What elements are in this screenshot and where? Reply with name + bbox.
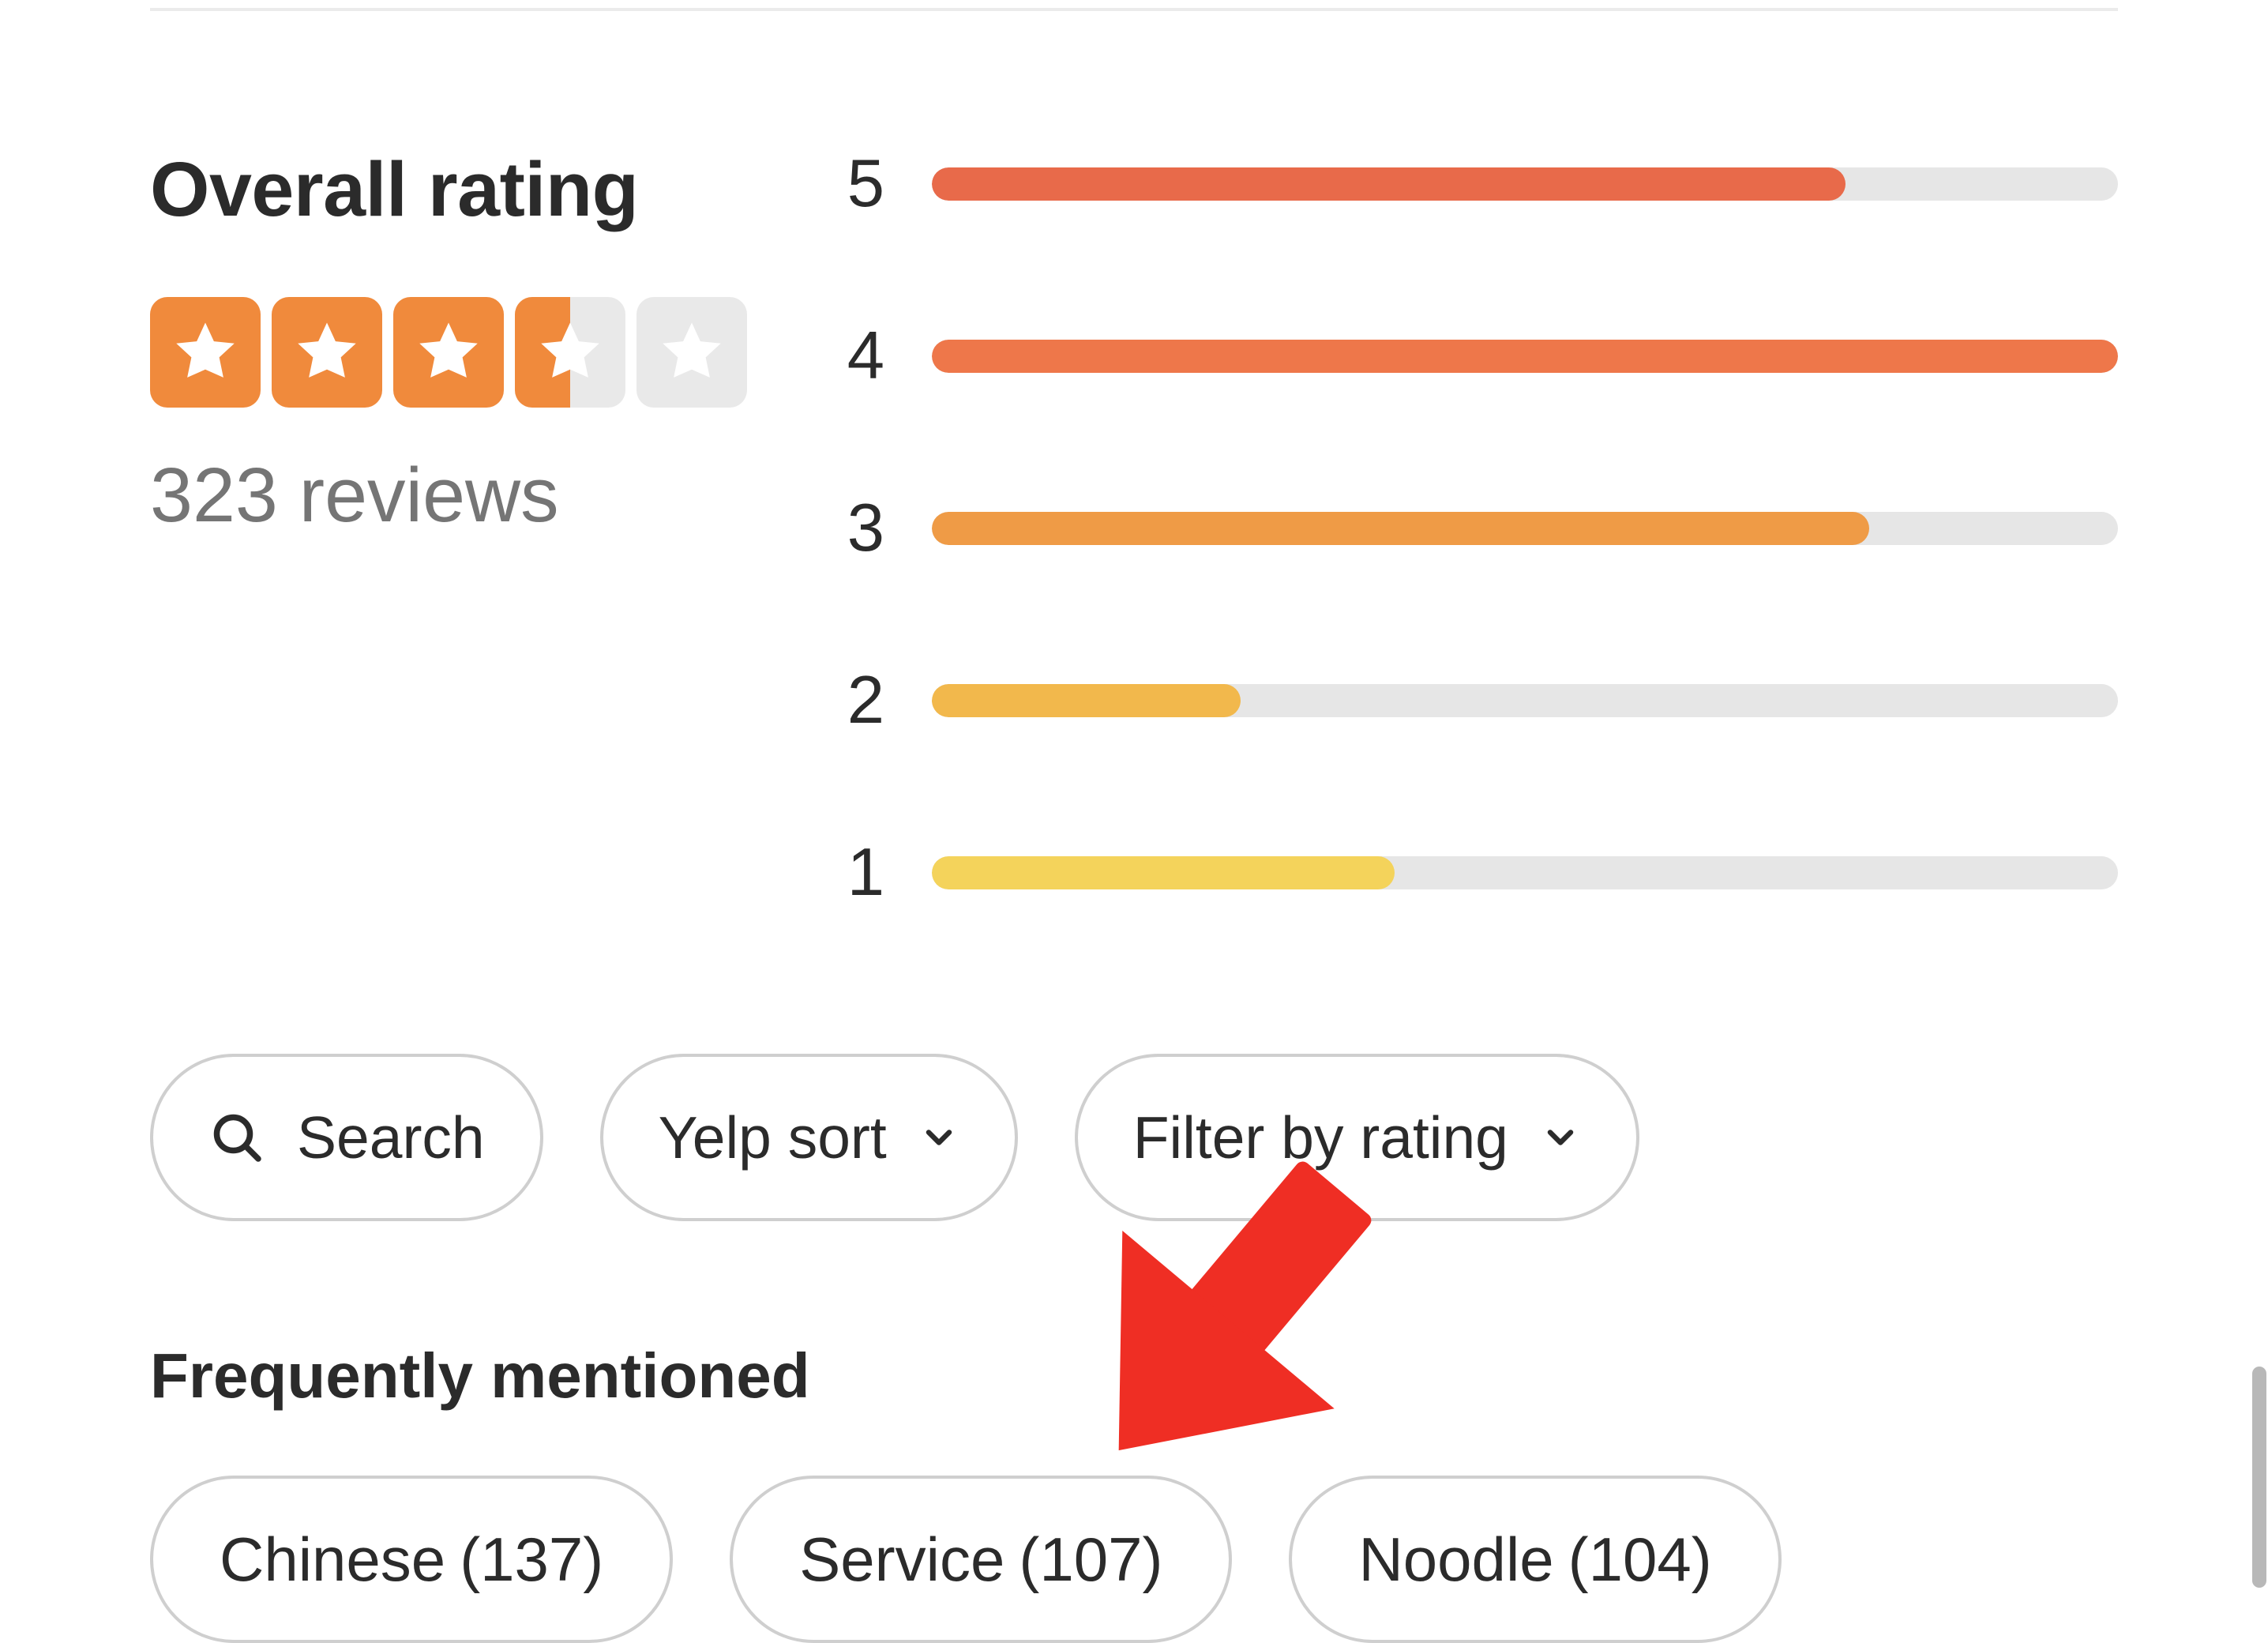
tag-label: Service: [799, 1524, 1004, 1596]
rating-bar-fill: [932, 856, 1395, 889]
tag-label: Noodle: [1358, 1524, 1553, 1596]
filter-label: Filter by rating: [1133, 1103, 1508, 1171]
chevron-down-icon: [918, 1117, 959, 1158]
rating-bar-fill: [932, 512, 1869, 545]
tag-label: Chinese: [220, 1524, 445, 1596]
search-button[interactable]: Search: [150, 1054, 543, 1221]
rating-bar-label: 1: [837, 834, 884, 912]
star-icon: [170, 317, 241, 388]
star-icon: [656, 317, 727, 388]
rating-bar-3[interactable]: 3: [837, 490, 2118, 567]
rating-bar-2[interactable]: 2: [837, 662, 2118, 739]
rating-section: Overall rating 323 reviews: [150, 145, 2118, 912]
rating-bar-label: 4: [837, 318, 884, 395]
tag-chinese[interactable]: Chinese (137): [150, 1476, 673, 1643]
rating-bar-track: [932, 684, 2118, 717]
rating-bar-5[interactable]: 5: [837, 145, 2118, 223]
rating-bar-label: 2: [837, 662, 884, 739]
star-2: [272, 297, 382, 408]
divider: [150, 8, 2118, 11]
rating-bar-fill: [932, 684, 1241, 717]
star-1: [150, 297, 261, 408]
review-controls: Search Yelp sort Filter by rating: [150, 1054, 2118, 1221]
rating-distribution-chart: 5 4 3 2: [837, 145, 2118, 912]
star-3: [393, 297, 504, 408]
star-icon: [413, 317, 484, 388]
rating-bar-track: [932, 340, 2118, 373]
tag-noodle[interactable]: Noodle (104): [1289, 1476, 1781, 1643]
search-icon: [208, 1109, 265, 1166]
star-rating: [150, 297, 766, 408]
rating-bar-track: [932, 512, 2118, 545]
review-count: 323 reviews: [150, 451, 766, 540]
tag-count: (107): [1019, 1524, 1162, 1596]
rating-bar-fill: [932, 167, 1846, 201]
frequent-mentions-title: Frequently mentioned: [150, 1340, 2118, 1412]
tag-count: (137): [460, 1524, 603, 1596]
rating-bar-4[interactable]: 4: [837, 318, 2118, 395]
rating-bar-label: 5: [837, 145, 884, 223]
rating-title: Overall rating: [150, 145, 766, 234]
tag-service[interactable]: Service (107): [730, 1476, 1232, 1643]
sort-dropdown[interactable]: Yelp sort: [600, 1054, 1018, 1221]
star-icon: [535, 317, 606, 388]
scrollbar-thumb[interactable]: [2252, 1367, 2266, 1588]
star-5-empty: [636, 297, 747, 408]
chevron-down-icon: [1540, 1117, 1581, 1158]
filter-dropdown[interactable]: Filter by rating: [1075, 1054, 1639, 1221]
rating-bar-fill: [932, 340, 2118, 373]
search-label: Search: [297, 1103, 485, 1171]
rating-summary: Overall rating 323 reviews: [150, 145, 766, 540]
rating-bar-track: [932, 856, 2118, 889]
tag-count: (104): [1568, 1524, 1712, 1596]
sort-label: Yelp sort: [659, 1103, 887, 1171]
rating-bar-1[interactable]: 1: [837, 834, 2118, 912]
frequent-mentions-tags: Chinese (137) Service (107) Noodle (104): [150, 1476, 2118, 1643]
star-4-half: [515, 297, 625, 408]
reviews-panel: Overall rating 323 reviews: [0, 8, 2268, 1588]
rating-bar-track: [932, 167, 2118, 201]
rating-bar-label: 3: [837, 490, 884, 567]
star-icon: [291, 317, 362, 388]
